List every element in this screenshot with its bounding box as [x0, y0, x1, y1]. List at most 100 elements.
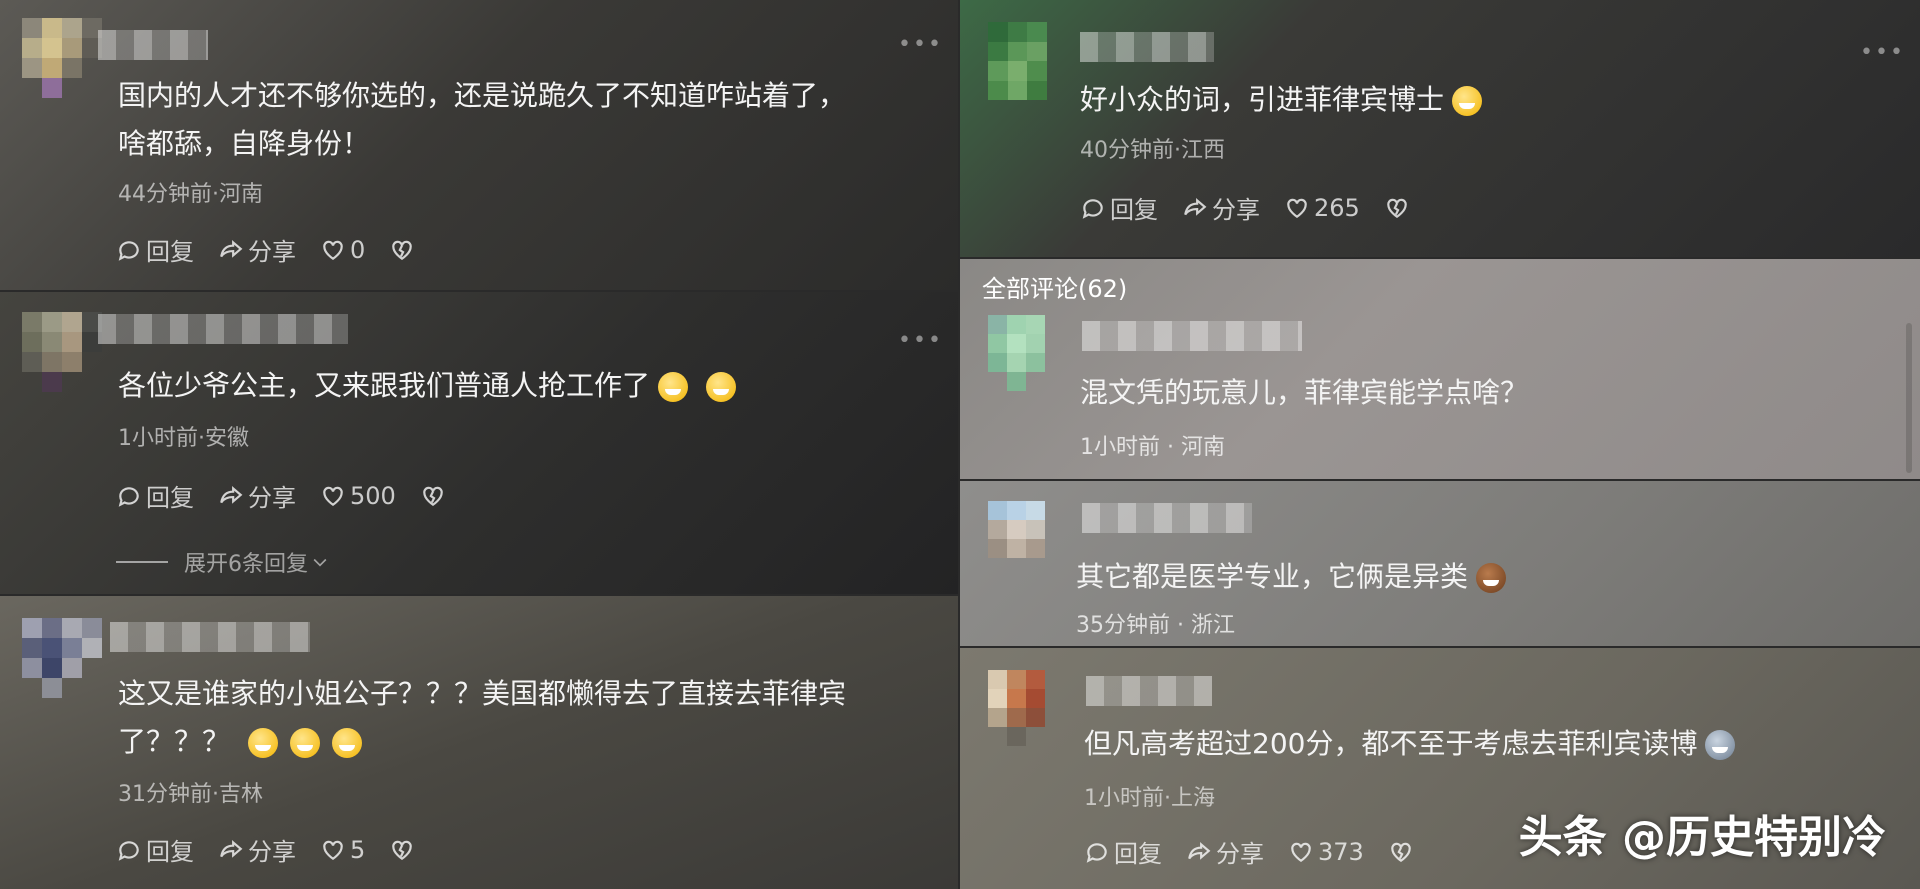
share-icon	[220, 239, 243, 258]
laughing-emoji-icon	[332, 728, 363, 758]
like-button[interactable]: 5	[320, 836, 365, 864]
share-button[interactable]: 分享	[1186, 834, 1264, 869]
comment-actions: 回复 分享 0	[116, 232, 439, 267]
expand-replies-label: 展开6条回复	[184, 552, 308, 577]
reply-icon	[1082, 198, 1103, 219]
comment-card: 其它都是医学专业，它俩是异类 35分钟前 · 浙江	[960, 481, 1920, 646]
comment-card: 这又是谁家的小姐公子？？？美国都懒得去了直接去菲律宾 了？？？ 31分钟前·吉林…	[0, 596, 958, 889]
dislike-heart-icon	[423, 486, 443, 506]
comment-meta: 44分钟前·河南	[118, 182, 263, 207]
avatar[interactable]	[988, 22, 1066, 100]
username[interactable]	[1082, 321, 1302, 351]
share-button[interactable]: 分享	[218, 232, 296, 267]
comment-text: 混文凭的玩意儿，菲律宾能学点啥？	[1080, 369, 1528, 417]
more-icon[interactable]: •••	[1860, 40, 1905, 65]
reply-button[interactable]: 回复	[116, 478, 194, 513]
dislike-heart-icon	[392, 240, 413, 260]
comment-text-line: 了？？？	[118, 718, 846, 766]
reply-label: 回复	[1110, 196, 1158, 224]
username[interactable]	[1080, 32, 1214, 62]
reply-label: 回复	[146, 484, 194, 512]
like-heart-icon	[323, 840, 343, 860]
dislike-button[interactable]	[389, 837, 415, 863]
like-button[interactable]: 500	[320, 482, 396, 510]
comment-text-line: 好小众的词，引进菲律宾博士	[1080, 83, 1445, 116]
comment-text-line: 这又是谁家的小姐公子？？？美国都懒得去了直接去菲律宾	[118, 677, 847, 710]
comment-meta: 1小时前 · 河南	[1080, 435, 1225, 460]
like-heart-icon	[323, 486, 343, 506]
comment-meta: 35分钟前 · 浙江	[1076, 613, 1235, 638]
like-button[interactable]: 265	[1284, 194, 1360, 222]
like-count: 265	[1314, 193, 1360, 222]
comment-meta: 1小时前·上海	[1084, 786, 1215, 811]
reply-label: 回复	[146, 238, 194, 266]
comment-text-fragment: 了？？？	[118, 725, 231, 758]
avatar[interactable]	[22, 618, 102, 698]
comment-card: ••• 好小众的词，引进菲律宾博士 40分钟前·江西 回复 分享 265	[960, 0, 1920, 257]
dislike-button[interactable]	[1388, 839, 1414, 865]
reply-label: 回复	[146, 838, 194, 866]
like-count: 5	[350, 835, 366, 864]
dislike-heart-icon	[392, 840, 413, 860]
laughing-emoji-icon	[290, 728, 321, 758]
username[interactable]	[98, 30, 208, 60]
expand-replies-button[interactable]: 展开6条回复	[116, 546, 330, 578]
like-count: 0	[350, 235, 366, 264]
share-label: 分享	[1216, 840, 1264, 868]
comment-text: 各位少爷公主，又来跟我们普通人抢工作了	[118, 362, 737, 410]
like-button[interactable]: 0	[320, 236, 365, 264]
reply-icon	[118, 840, 139, 861]
share-button[interactable]: 分享	[218, 478, 296, 513]
avatar[interactable]	[22, 312, 102, 392]
avatar[interactable]	[988, 501, 1064, 577]
like-button[interactable]: 373	[1288, 838, 1364, 866]
reply-button[interactable]: 回复	[1084, 834, 1162, 869]
share-label: 分享	[248, 484, 296, 512]
dislike-button[interactable]	[389, 237, 415, 263]
reply-icon	[118, 240, 139, 261]
like-heart-icon	[1287, 198, 1307, 218]
poop-emoji-icon	[1476, 563, 1507, 593]
username[interactable]	[1086, 676, 1212, 706]
avatar[interactable]	[22, 18, 102, 98]
comment-text-line: 啥都舔，自降身份！	[118, 127, 371, 160]
comment-text-line: 但凡高考超过200分，都不至于考虑去菲利宾读博	[1084, 727, 1698, 760]
username[interactable]	[98, 314, 348, 344]
share-label: 分享	[1212, 196, 1260, 224]
comment-text-line: 各位少爷公主，又来跟我们普通人抢工作了	[118, 369, 651, 402]
dislike-heart-icon	[1391, 842, 1411, 862]
username[interactable]	[1082, 503, 1252, 533]
share-label: 分享	[248, 838, 296, 866]
more-icon[interactable]: •••	[898, 328, 943, 353]
share-button[interactable]: 分享	[1182, 190, 1260, 225]
grin-emoji-icon	[706, 372, 737, 402]
more-icon[interactable]: •••	[898, 32, 943, 57]
like-heart-icon	[323, 240, 343, 260]
username[interactable]	[110, 622, 310, 652]
share-icon	[1188, 841, 1211, 860]
section-title: 全部评论(62)	[982, 275, 1128, 303]
scrollbar[interactable]	[1906, 323, 1912, 473]
avatar[interactable]	[988, 315, 1064, 391]
like-count: 500	[350, 481, 396, 510]
dislike-button[interactable]	[1384, 195, 1410, 221]
like-heart-icon	[1291, 842, 1311, 862]
divider-line	[116, 561, 168, 563]
comment-text: 这又是谁家的小姐公子？？？美国都懒得去了直接去菲律宾 了？？？	[118, 670, 846, 766]
reply-button[interactable]: 回复	[116, 832, 194, 867]
reply-button[interactable]: 回复	[116, 232, 194, 267]
laughing-emoji-icon	[1452, 86, 1483, 116]
comment-text: 但凡高考超过200分，都不至于考虑去菲利宾读博	[1084, 720, 1736, 768]
comment-card: 全部评论(62) 混文凭的玩意儿，菲律宾能学点啥？ 1小时前 · 河南	[960, 259, 1920, 479]
avatar[interactable]	[988, 670, 1064, 746]
comment-text-line: 混文凭的玩意儿，菲律宾能学点啥？	[1080, 376, 1529, 409]
dislike-button[interactable]	[420, 483, 446, 509]
watermark: 头条 @历史特别冷	[1518, 812, 1886, 863]
share-button[interactable]: 分享	[218, 832, 296, 867]
reply-button[interactable]: 回复	[1080, 190, 1158, 225]
comment-text: 好小众的词，引进菲律宾博士	[1080, 76, 1483, 124]
share-label: 分享	[248, 238, 296, 266]
reply-label: 回复	[1114, 840, 1162, 868]
grin-emoji-icon	[658, 372, 689, 402]
comment-card: ••• 国内的人才还不够你选的，还是说跪久了不知道咋站着了， 啥都舔，自降身份！…	[0, 0, 958, 290]
